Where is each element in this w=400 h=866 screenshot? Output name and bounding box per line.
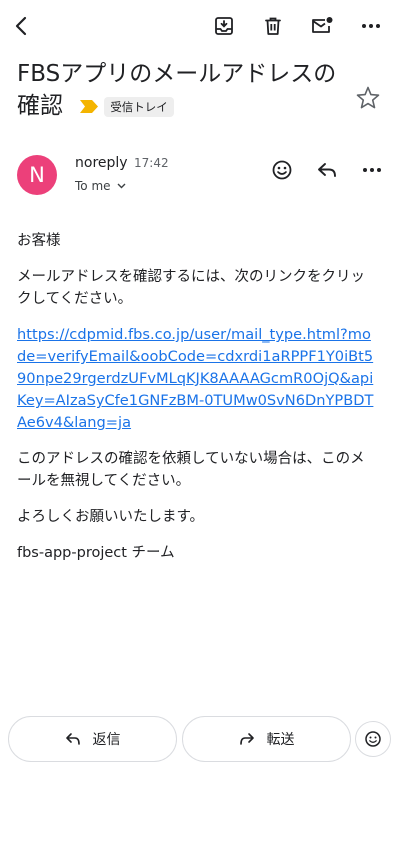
email-subject: FBSアプリのメールアドレスの確認 受信トレイ [17, 58, 347, 122]
verification-link-paragraph: https://cdpmid.fbs.co.jp/user/mail_type.… [17, 324, 379, 434]
email-body: お客様 メールアドレスを確認するには、次のリンクをクリックしてください。 htt… [17, 230, 379, 578]
recipient-details[interactable]: To me [75, 179, 126, 193]
avatar[interactable]: N [17, 155, 57, 195]
label-chip: 受信トレイ [104, 96, 174, 117]
reply-button-label: 返信 [92, 732, 121, 748]
mark-unread-icon[interactable] [306, 10, 338, 42]
emoji-reaction-icon[interactable] [266, 154, 298, 186]
closing-text: よろしくお願いいたします。 [17, 509, 205, 525]
recipient-label: To me [75, 179, 111, 193]
star-icon[interactable] [353, 83, 383, 113]
sender-name: noreply [75, 155, 128, 171]
email-view: FBSアプリのメールアドレスの確認 受信トレイ N noreply 17:42 … [0, 0, 400, 866]
chevron-down-icon [117, 183, 126, 189]
reply-arrow-icon [65, 733, 80, 745]
greeting: お客様 [17, 233, 61, 249]
reply-icon[interactable] [311, 154, 343, 186]
more-vertical-icon[interactable] [355, 10, 387, 42]
reply-button[interactable]: 返信 [8, 716, 177, 762]
disclaimer-text: このアドレスの確認を依頼していない場合は、このメールを無視してください。 [17, 451, 365, 489]
sender-time: 17:42 [134, 156, 169, 170]
label-arrow-icon [80, 100, 99, 113]
inbox-label[interactable]: 受信トレイ [80, 96, 174, 117]
forward-button-label: 転送 [266, 732, 295, 748]
trash-icon[interactable] [257, 10, 289, 42]
verification-link[interactable]: https://cdpmid.fbs.co.jp/user/mail_type.… [17, 326, 373, 431]
smiley-icon [365, 731, 381, 747]
forward-arrow-icon [239, 733, 254, 745]
top-toolbar [0, 0, 400, 52]
archive-icon[interactable] [208, 10, 240, 42]
back-arrow-icon[interactable] [6, 10, 38, 42]
message-more-icon[interactable] [356, 154, 388, 186]
forward-button[interactable]: 転送 [182, 716, 351, 762]
emoji-react-button[interactable] [355, 721, 391, 757]
instruction-text: メールアドレスを確認するには、次のリンクをクリックしてください。 [17, 269, 365, 307]
subject-text: FBSアプリのメールアドレスの確認 [17, 61, 337, 119]
signature-text: fbs-app-project チーム [17, 545, 175, 561]
